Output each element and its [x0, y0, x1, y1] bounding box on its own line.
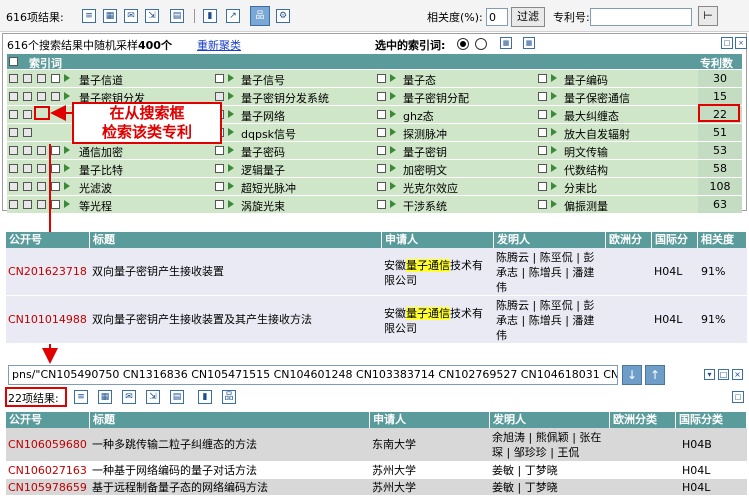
- ipc: H04L: [682, 463, 710, 478]
- col-applicant[interactable]: 申请人: [382, 232, 494, 248]
- pubno-link[interactable]: CN106027163: [8, 463, 87, 478]
- grid-view-icon[interactable]: ▦: [98, 390, 112, 404]
- cluster-view-icon[interactable]: 品: [222, 390, 236, 404]
- applicant: 安徽量子通信技术有限公司: [384, 258, 492, 288]
- table-row[interactable]: CN105978659 基于远程制备量子态的网络编码方法 苏州大学 姜敏 | 丁…: [6, 479, 747, 496]
- col-title[interactable]: 标题: [90, 412, 370, 428]
- applicant: 苏州大学: [372, 463, 416, 478]
- inventors-line: 承志 | 陈增兵 | 潘建: [496, 265, 594, 280]
- abstract-view-icon[interactable]: ≡: [74, 390, 88, 404]
- maximize-icon[interactable]: □: [718, 369, 729, 380]
- result-count-highlight-box: [5, 387, 67, 407]
- ipc: H04L: [682, 480, 710, 495]
- applicant-part: 安徽: [384, 259, 406, 272]
- minimize-icon[interactable]: ▾: [704, 369, 715, 380]
- col-relevance[interactable]: 相关度: [698, 232, 747, 248]
- col-applicant[interactable]: 申请人: [370, 412, 490, 428]
- inventors-line: 姜敏 | 丁梦晓: [492, 480, 558, 495]
- pubno-link[interactable]: CN101014988: [8, 312, 87, 327]
- patent-title[interactable]: 一种基于网络编码的量子对话方法: [92, 463, 257, 478]
- ipc: H04L: [654, 312, 682, 327]
- col-ecla[interactable]: 欧洲分类: [606, 232, 652, 248]
- arrow-up-button[interactable]: ↑: [645, 365, 665, 385]
- inventors-line: 伟: [496, 328, 507, 343]
- search-input[interactable]: pns/"CN105490750 CN1316836 CN105471515 C…: [8, 365, 618, 385]
- relevance: 91%: [701, 312, 725, 327]
- pubno-link[interactable]: CN201623718: [8, 264, 87, 279]
- table-row[interactable]: CN106027163 一种基于网络编码的量子对话方法 苏州大学 姜敏 | 丁梦…: [6, 462, 747, 479]
- results-toolbar-bottom: 22项结果: ≡ ▦ ✉ ⇲ ▤ ▮ 品 □: [0, 387, 749, 409]
- col-pubno[interactable]: 公开号: [6, 232, 90, 248]
- table-view-icon[interactable]: ▤: [170, 390, 184, 404]
- col-ecla[interactable]: 欧洲分类: [610, 412, 676, 428]
- inventors-line: 姜敏 | 丁梦晓: [492, 463, 558, 478]
- applicant-highlight: 量子通信: [406, 307, 450, 320]
- bar-chart-icon[interactable]: ▮: [198, 390, 212, 404]
- inventors-line: 伟: [496, 280, 507, 295]
- ipc: H04L: [654, 264, 682, 279]
- col-ipc[interactable]: 国际分类: [676, 412, 747, 428]
- table-row[interactable]: CN106059680 一种多跳传输二粒子纠缠态的方法 东南大学 余旭涛 | 熊…: [6, 428, 747, 462]
- col-inventor[interactable]: 发明人: [490, 412, 610, 428]
- col-inventor[interactable]: 发明人: [494, 232, 606, 248]
- col-pubno[interactable]: 公开号: [6, 412, 90, 428]
- close-icon[interactable]: ×: [732, 369, 743, 380]
- table-row[interactable]: CN201623718 双向量子密钥产生接收装置 安徽量子通信技术有限公司 陈腾…: [6, 248, 747, 296]
- patent-title[interactable]: 双向量子密钥产生接收装置及其产生接收方法: [92, 312, 312, 327]
- ipc: H04B: [682, 437, 712, 452]
- applicant: 苏州大学: [372, 480, 416, 495]
- applicant-part: 安徽: [384, 307, 406, 320]
- applicant: 东南大学: [372, 437, 416, 452]
- patent-title[interactable]: 双向量子密钥产生接收装置: [92, 264, 224, 279]
- inventors-line: 琛 | 邹珍珍 | 王侃: [492, 445, 579, 460]
- export-icon[interactable]: ⇲: [146, 390, 160, 404]
- arrow-down-button[interactable]: ↓: [622, 365, 642, 385]
- inventors-line: 陈腾云 | 陈巠侃 | 彭: [496, 298, 594, 313]
- applicant-highlight: 量子通信: [406, 259, 450, 272]
- results-table-top: 公开号 标题 申请人 发明人 欧洲分类 国际分类 相关度 CN201623718…: [6, 232, 747, 344]
- mail-icon[interactable]: ✉: [122, 390, 136, 404]
- inventors-line: 承志 | 陈增兵 | 潘建: [496, 313, 594, 328]
- patent-title[interactable]: 基于远程制备量子态的网络编码方法: [92, 480, 268, 495]
- applicant: 安徽量子通信技术有限公司: [384, 306, 492, 336]
- relevance: 91%: [701, 264, 725, 279]
- patent-title[interactable]: 一种多跳传输二粒子纠缠态的方法: [92, 437, 257, 452]
- inventors-line: 余旭涛 | 熊佩颖 | 张在: [492, 430, 601, 445]
- pubno-link[interactable]: CN105978659: [8, 480, 87, 495]
- col-ipc[interactable]: 国际分类: [652, 232, 698, 248]
- inventors-line: 陈腾云 | 陈巠侃 | 彭: [496, 250, 594, 265]
- pubno-link[interactable]: CN106059680: [8, 437, 87, 452]
- table-row[interactable]: CN101014988 双向量子密钥产生接收装置及其产生接收方法 安徽量子通信技…: [6, 296, 747, 344]
- maximize-icon[interactable]: □: [732, 391, 744, 403]
- results-table-bottom: 公开号 标题 申请人 发明人 欧洲分类 国际分类 CN106059680 一种多…: [6, 412, 747, 496]
- col-title[interactable]: 标题: [90, 232, 382, 248]
